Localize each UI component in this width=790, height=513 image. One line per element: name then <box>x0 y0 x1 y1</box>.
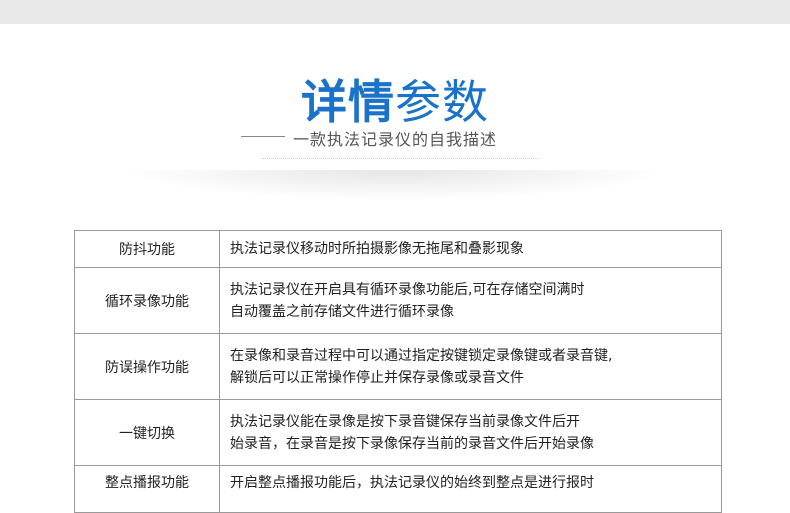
param-desc-line: 始录音，在录音是按下录像保存当前的录音文件后开始录像 <box>230 435 594 452</box>
table-row: 整点播报功能 开启整点播报功能后，执法记录仪的始终到整点是进行报时 <box>74 465 722 513</box>
table-row: 一键切换 执法记录仪能在录像是按下录音键保存当前录像文件后开 始录音，在录音是按… <box>74 399 722 466</box>
table-row: 防误操作功能 在录像和录音过程中可以通过指定按键锁定录像键或者录音键, 解锁后可… <box>74 333 722 400</box>
decorative-divider <box>262 158 540 159</box>
param-name: 防抖功能 <box>74 230 220 268</box>
subtitle-wrap: 一款执法记录仪的自我描述 <box>0 126 790 150</box>
param-desc: 执法记录仪在开启具有循环录像功能后,可在存储空间满时 自动覆盖之前存储文件进行循… <box>219 267 722 334</box>
param-desc-line: 执法记录仪移动时所拍摄影像无拖尾和叠影现象 <box>230 241 524 257</box>
table-row: 防抖功能 执法记录仪移动时所拍摄影像无拖尾和叠影现象 <box>74 230 722 268</box>
param-desc-line: 执法记录仪能在录像是按下录音键保存当前录像文件后开 <box>230 413 580 430</box>
param-name: 一键切换 <box>74 399 220 466</box>
param-desc: 执法记录仪移动时所拍摄影像无拖尾和叠影现象 <box>219 230 722 268</box>
param-desc: 开启整点播报功能后，执法记录仪的始终到整点是进行报时 <box>219 465 722 513</box>
decorative-shadow <box>120 170 670 200</box>
param-name: 循环录像功能 <box>74 267 220 334</box>
heading-bold: 详情 <box>301 75 395 129</box>
param-desc-line: 解锁后可以正常操作停止并保存录像或录音文件 <box>230 369 524 386</box>
top-bar <box>0 0 790 24</box>
param-desc-line: 自动覆盖之前存储文件进行循环录像 <box>230 303 454 320</box>
heading-light: 参数 <box>395 75 489 129</box>
section-subtitle: 一款执法记录仪的自我描述 <box>240 126 505 150</box>
param-name: 整点播报功能 <box>74 465 220 513</box>
table-row: 循环录像功能 执法记录仪在开启具有循环录像功能后,可在存储空间满时 自动覆盖之前… <box>74 267 722 334</box>
params-table: 防抖功能 执法记录仪移动时所拍摄影像无拖尾和叠影现象 循环录像功能 执法记录仪在… <box>74 230 722 513</box>
param-desc-line: 执法记录仪在开启具有循环录像功能后,可在存储空间满时 <box>230 281 585 298</box>
section-heading: 详情参数 <box>0 66 790 132</box>
param-desc: 执法记录仪能在录像是按下录音键保存当前录像文件后开 始录音，在录音是按下录像保存… <box>219 399 722 466</box>
param-desc-line: 在录像和录音过程中可以通过指定按键锁定录像键或者录音键, <box>230 347 613 364</box>
param-desc: 在录像和录音过程中可以通过指定按键锁定录像键或者录音键, 解锁后可以正常操作停止… <box>219 333 722 400</box>
param-name: 防误操作功能 <box>74 333 220 400</box>
